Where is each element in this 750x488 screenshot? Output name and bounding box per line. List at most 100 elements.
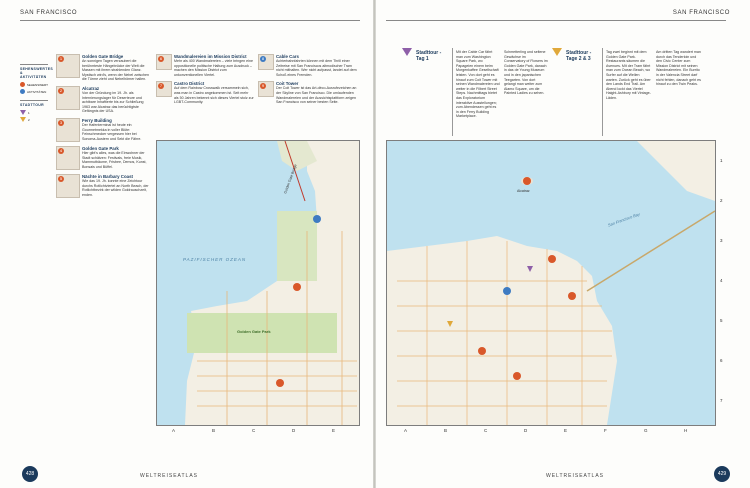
poi-number-badge: 6 — [158, 55, 164, 62]
map-right: San Francisco Bay Alcatraz — [386, 140, 716, 426]
ocean-label: PAZIFISCHER OZEAN — [183, 257, 247, 262]
grid-col-label: D — [292, 428, 296, 433]
grid-row-label: 4 — [720, 278, 723, 283]
footer-right: WELTREISEATLAS — [546, 473, 604, 479]
legend-item-label: SEHENSWERT — [26, 82, 48, 87]
poi-number-badge: 9 — [260, 83, 266, 90]
legend-item-label: 2 — [28, 117, 30, 122]
poi-entry: 1 Golden Gate Bridge An sonnigen Tagen ve… — [56, 54, 152, 82]
map-left-canvas — [157, 141, 359, 425]
grid-col-label: C — [484, 428, 488, 433]
legend-item: AKTIVITÄTEN — [20, 89, 48, 94]
grid-row-label: 5 — [720, 318, 723, 323]
tour-1-text-b: Schmetterling und seltene Gewächse im Co… — [504, 50, 548, 96]
poi-number-badge: 5 — [58, 175, 64, 182]
grid-col-label: E — [332, 428, 336, 433]
grid-col-label: A — [404, 428, 408, 433]
map-left: PAZIFISCHER OZEAN Golden Gate Bridge Gol… — [156, 140, 360, 426]
legend-item: SEHENSWERT — [20, 82, 48, 87]
map-legend: SEHENSWERTES & AKTIVITÄTEN SEHENSWERT AK… — [20, 64, 53, 124]
poi-entry: 8 Cable Cars Achterbahnfahrten können mit… — [258, 54, 358, 77]
legend-item: 1 — [20, 110, 48, 115]
poi-photo: 5 — [56, 173, 80, 198]
grid-row-label: 2 — [720, 198, 723, 203]
poi-number-badge: 3 — [58, 119, 64, 126]
poi-text: Der Coit Tower ist das Art-déco-Ausrufez… — [276, 86, 357, 105]
tour-marker-icon — [20, 110, 26, 115]
poi-photo: 8 — [258, 54, 274, 70]
legend-item-label: 1 — [28, 110, 30, 115]
activity-marker-icon — [20, 89, 25, 94]
poi-number-badge: 7 — [158, 83, 164, 90]
map-right-canvas — [387, 141, 715, 425]
grid-col-label: G — [644, 428, 648, 433]
poi-text: Auf dem Rainbow Crosswalk versammeln sic… — [174, 86, 254, 105]
running-head-right: SAN FRANCISCO — [672, 10, 730, 16]
grid-row-label: 1 — [720, 158, 723, 163]
tour-2-title: Stadttour - Tage 2 & 3 — [566, 50, 592, 62]
top-rule-left — [20, 20, 360, 21]
legend-item-label: AKTIVITÄTEN — [27, 89, 47, 94]
poi-entry: 9 Coit Tower Der Coit Tower ist das Art-d… — [258, 81, 358, 104]
poi-text: Von der Gründung im 19. Jh. als Internie… — [82, 90, 144, 114]
legend-title-tour: STADTTOUR — [20, 100, 48, 107]
poi-number-badge: 2 — [58, 87, 64, 94]
poi-photo: 4 — [56, 145, 80, 170]
grid-col-label: C — [252, 428, 256, 433]
running-head-left: SAN FRANCISCO — [20, 10, 78, 16]
tour-divider — [602, 48, 603, 136]
legend-title-sights: SEHENSWERTES & AKTIVITÄTEN — [20, 64, 53, 79]
grid-col-label: H — [684, 428, 688, 433]
poi-photo: 1 — [56, 54, 80, 78]
poi-entry: 6 Wandmalereien im Mission District Mehr … — [156, 54, 254, 77]
tour-divider — [452, 48, 453, 136]
page-number-right: 429 — [714, 466, 730, 482]
poi-text: Achterbahnfahrten können mit dem Thrill … — [276, 59, 357, 77]
poi-text: Der Hafenterminal ist heute ein Gourmetm… — [82, 122, 142, 141]
sight-marker-icon — [20, 82, 25, 87]
grid-col-label: B — [444, 428, 448, 433]
tour-2-marker-icon — [552, 48, 562, 56]
grid-row-label: 3 — [720, 238, 723, 243]
grid-col-label: B — [212, 428, 216, 433]
poi-photo: 7 — [156, 81, 172, 98]
tour-1-marker-icon — [402, 48, 412, 56]
poi-photo: 2 — [56, 85, 80, 110]
poi-text: Wie das 19. Jh. konnte eine Zeichtour du… — [82, 178, 149, 197]
page-number-left: 428 — [22, 466, 38, 482]
text-column-3: 8 Cable Cars Achterbahnfahrten können mit… — [258, 54, 358, 109]
tour-1-text-a: Mit der Cable Car fährt man zum Washingt… — [456, 50, 500, 119]
poi-photo: 9 — [258, 81, 274, 98]
poi-entry: 2 Alcatraz Von der Gründung im 19. Jh. al… — [56, 85, 152, 114]
tour-2-text-b: Am dritten Tag wandert man durch das Ten… — [656, 50, 701, 87]
atlas-spread: SAN FRANCISCO SEHENSWERTES & AKTIVITÄTEN… — [0, 0, 750, 488]
legend-item: 2 — [20, 117, 48, 122]
right-page: SAN FRANCISCO Stadttour - Tag 1 Mit der … — [376, 0, 750, 488]
grid-col-label: E — [564, 428, 568, 433]
poi-text: An sonnigen Tagen verzaubert die berühmt… — [82, 59, 149, 82]
poi-number-badge: 1 — [58, 55, 64, 62]
tour-marker-icon — [20, 117, 26, 122]
poi-number-badge: 4 — [58, 147, 64, 154]
left-page: SAN FRANCISCO SEHENSWERTES & AKTIVITÄTEN… — [0, 0, 374, 488]
grid-col-label: F — [604, 428, 607, 433]
grid-row-label: 6 — [720, 358, 723, 363]
park-label: Golden Gate Park — [237, 329, 271, 334]
poi-entry: 3 Ferry Building Der Hafenterminal ist he… — [56, 117, 152, 142]
tour-1-title: Stadttour - Tag 1 — [416, 50, 442, 62]
poi-photo: 6 — [156, 54, 172, 70]
island-label: Alcatraz — [517, 189, 530, 193]
poi-text: Hier gibt's alles, was die Einwohner der… — [82, 150, 147, 169]
poi-entry: 5 Nächte in Barbary Coast Wie das 19. Jh.… — [56, 173, 152, 198]
poi-number-badge: 8 — [260, 55, 266, 62]
footer-left: WELTREISEATLAS — [140, 473, 198, 479]
poi-entry: 7 Castro District Auf dem Rainbow Crosswa… — [156, 81, 254, 104]
poi-text: Mehr als 400 Wandmalereien – viele bring… — [174, 59, 253, 77]
text-column-2: 6 Wandmalereien im Mission District Mehr … — [156, 54, 254, 109]
poi-entry: 4 Golden Gate Park Hier gibt's alles, was… — [56, 145, 152, 170]
top-rule-right — [386, 20, 726, 21]
grid-col-label: D — [524, 428, 528, 433]
grid-col-label: A — [172, 428, 176, 433]
grid-row-label: 7 — [720, 398, 723, 403]
tour-2-text-a: Tag zwei beginnt mit dem Golden Gate Par… — [606, 50, 651, 100]
